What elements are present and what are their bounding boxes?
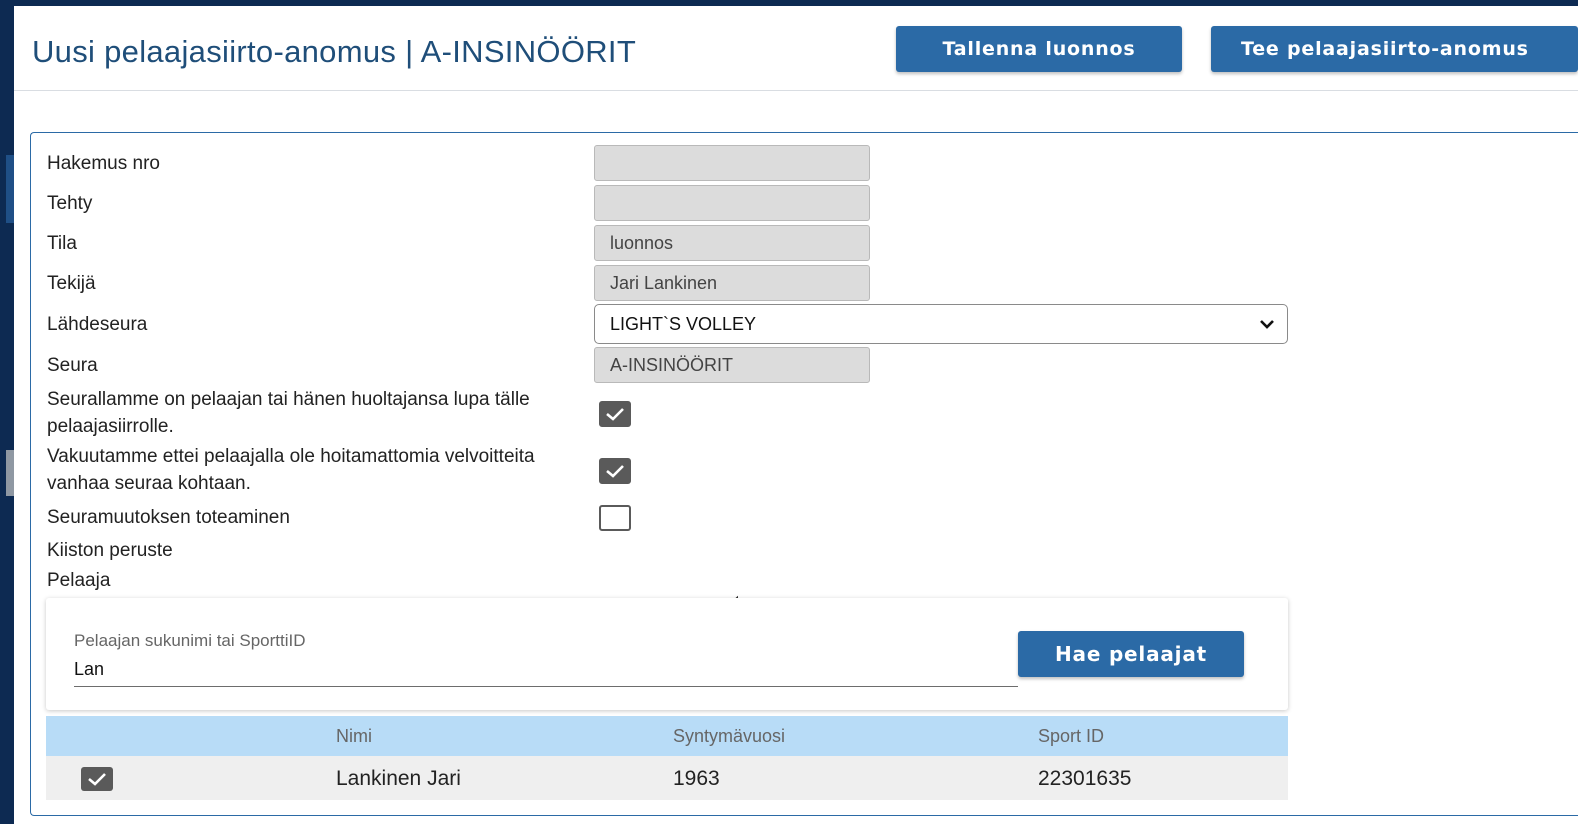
column-header-name: Nimi xyxy=(336,726,372,746)
page: Uusi pelaajasiirto-anomus | A-INSINÖÖRIT… xyxy=(14,6,1578,824)
player-results-table: Nimi Syntymävuosi Sport ID Lankinen Jari… xyxy=(46,716,1288,800)
column-header-birth-year: Syntymävuosi xyxy=(673,726,786,746)
save-draft-button[interactable]: Tallenna luonnos xyxy=(896,26,1182,72)
club-change-label: Seuramuutoksen toteaminen xyxy=(47,507,290,528)
club-change-checkbox[interactable] xyxy=(599,505,631,531)
player-label: Pelaaja xyxy=(47,570,111,591)
row-name: Lankinen Jari xyxy=(336,767,461,790)
submit-transfer-button[interactable]: Tee pelaajasiirto-anomus xyxy=(1211,26,1578,72)
player-search-input[interactable] xyxy=(74,653,1018,687)
table-row[interactable]: Lankinen Jari 1963 22301635 xyxy=(46,756,1288,800)
created-label: Tehty xyxy=(47,193,93,214)
search-players-button[interactable]: Hae pelaajat xyxy=(1018,631,1244,677)
edge-handle xyxy=(6,450,14,496)
quota-basis-label: Kiiston peruste xyxy=(47,540,173,561)
player-search-panel: Pelaajan sukunimi tai SporttiID Hae pela… xyxy=(46,598,1288,710)
edge-highlight xyxy=(6,155,14,223)
column-header-sport-id: Sport ID xyxy=(1038,726,1105,746)
chevron-down-icon xyxy=(1259,305,1275,356)
page-header: Uusi pelaajasiirto-anomus | A-INSINÖÖRIT… xyxy=(14,6,1578,91)
status-field: luonnos xyxy=(594,225,870,261)
checkmark-icon xyxy=(606,408,624,421)
consent-checkbox[interactable] xyxy=(599,401,631,427)
created-field xyxy=(594,185,870,221)
row-birth-year: 1963 xyxy=(673,767,720,790)
player-search-label: Pelaajan sukunimi tai SporttiID xyxy=(74,631,306,650)
obligations-checkbox[interactable] xyxy=(599,458,631,484)
checkmark-icon xyxy=(606,465,624,478)
row-sport-id: 22301635 xyxy=(1038,767,1132,790)
club-label: Seura xyxy=(47,355,98,376)
source-club-select[interactable]: LIGHT`S VOLLEY xyxy=(594,304,1288,344)
table-header: Nimi Syntymävuosi Sport ID xyxy=(46,716,1288,756)
consent-label: Seurallamme on pelaajan tai hänen huolta… xyxy=(47,389,530,437)
club-field: A-INSINÖÖRIT xyxy=(594,347,870,383)
status-label: Tila xyxy=(47,233,77,254)
page-title: Uusi pelaajasiirto-anomus | A-INSINÖÖRIT xyxy=(32,34,637,69)
obligations-label: Vakuutamme ettei pelaajalla ole hoitamat… xyxy=(47,446,535,494)
transfer-form-card: Hakemus nro Tehty Tila luonnos Tekijä Ja… xyxy=(30,132,1578,816)
author-field: Jari Lankinen xyxy=(594,265,870,301)
checkmark-icon xyxy=(88,773,106,786)
application-no-label: Hakemus nro xyxy=(47,153,160,174)
application-no-field xyxy=(594,145,870,181)
source-club-value: LIGHT`S VOLLEY xyxy=(610,314,757,334)
row-select-checkbox[interactable] xyxy=(81,767,113,791)
author-label: Tekijä xyxy=(47,273,96,294)
source-club-label: Lähdeseura xyxy=(47,314,148,335)
window-left-edge xyxy=(0,0,14,824)
